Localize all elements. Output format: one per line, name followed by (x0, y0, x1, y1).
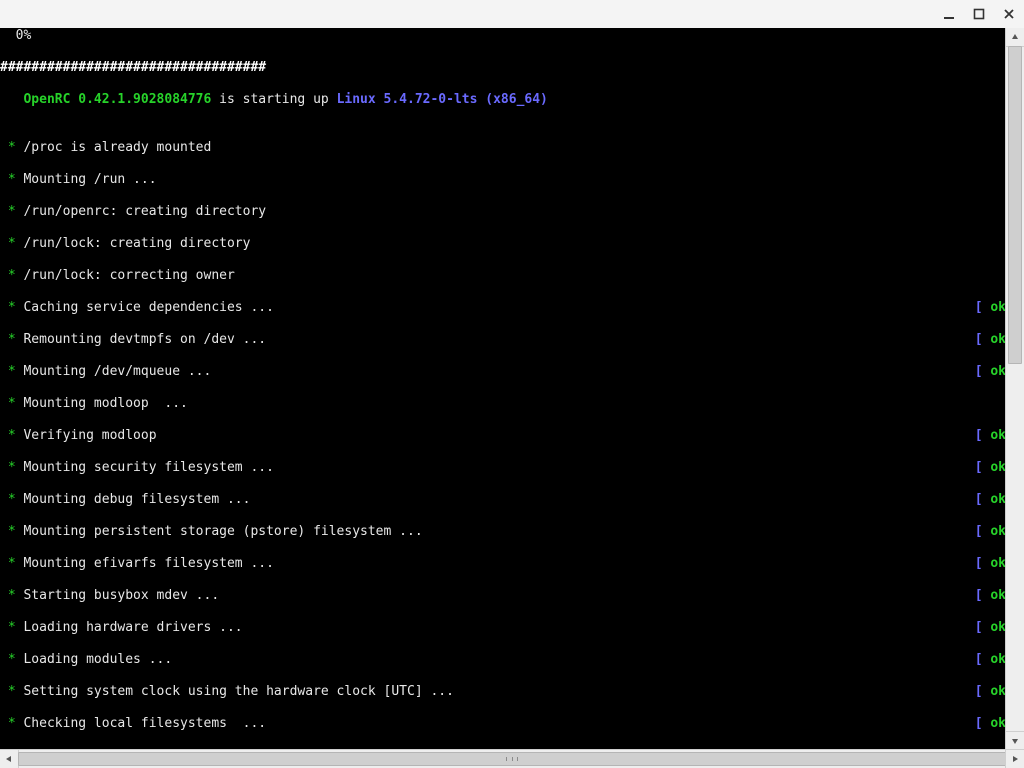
service-message: Remounting devtmpfs on /dev ... (16, 332, 266, 347)
bullet-icon: * (8, 524, 16, 539)
terminal-line: * Mounting persistent storage (pstore) f… (0, 524, 1006, 540)
service-message: Mounting efivarfs filesystem ... (16, 556, 274, 571)
openrc-version: OpenRC 0.42.1.9028084776 (23, 92, 211, 107)
terminal-line: * Verifying modloop [ ok (0, 428, 1006, 444)
titlebar (0, 0, 1024, 29)
bullet-icon: * (8, 652, 16, 667)
status-ok: [ ok (975, 364, 1006, 380)
service-message: Setting system clock using the hardware … (16, 684, 454, 699)
service-message: Loading modules ... (16, 652, 173, 667)
status-ok: [ ok (975, 684, 1006, 700)
terminal-line: * Mounting /dev/mqueue ... [ ok (0, 364, 1006, 380)
terminal-line: * /run/openrc: creating directory (0, 204, 1006, 220)
service-message: Mounting modloop ... (16, 396, 188, 411)
hash-divider: ################################## (0, 60, 266, 75)
terminal-line: * Mounting debug filesystem ... [ ok (0, 492, 1006, 508)
content-area: 0% ################################## Op… (0, 28, 1024, 750)
service-message: Mounting security filesystem ... (16, 460, 274, 475)
service-message: /proc is already mounted (16, 140, 212, 155)
service-message: Starting busybox mdev ... (16, 588, 220, 603)
vscroll-thumb[interactable] (1008, 46, 1022, 364)
bullet-icon: * (8, 556, 16, 571)
service-message: Checking local filesystems ... (16, 716, 266, 731)
bullet-icon: * (8, 428, 16, 443)
scroll-right-button[interactable] (1005, 750, 1024, 768)
horizontal-scrollbar[interactable] (0, 749, 1024, 768)
status-ok: [ ok (975, 620, 1006, 636)
app-window: 0% ################################## Op… (0, 0, 1024, 768)
bullet-icon: * (8, 364, 16, 379)
terminal-line: * Mounting efivarfs filesystem ... [ ok (0, 556, 1006, 572)
bullet-icon: * (8, 332, 16, 347)
minimize-button[interactable] (940, 5, 958, 23)
terminal-line: 0% (0, 28, 1006, 44)
bullet-icon: * (8, 460, 16, 475)
terminal-line: * /proc is already mounted (0, 140, 1006, 156)
scroll-left-button[interactable] (0, 750, 19, 768)
kernel-name: Linux 5.4.72-0-lts (x86_64) (337, 92, 548, 107)
terminal-line: * Loading hardware drivers ... [ ok (0, 620, 1006, 636)
scroll-up-button[interactable] (1006, 28, 1024, 47)
terminal-line: * Loading modules ... [ ok (0, 652, 1006, 668)
terminal-line: * Starting busybox mdev ... [ ok (0, 588, 1006, 604)
bullet-icon: * (8, 300, 16, 315)
maximize-button[interactable] (970, 5, 988, 23)
status-ok: [ ok (975, 428, 1006, 444)
terminal-line: * Mounting /run ... (0, 172, 1006, 188)
terminal-line: OpenRC 0.42.1.9028084776 is starting up … (0, 92, 1006, 108)
service-message: Mounting persistent storage (pstore) fil… (16, 524, 423, 539)
terminal-line: * Caching service dependencies ... [ ok (0, 300, 1006, 316)
status-ok: [ ok (975, 524, 1006, 540)
terminal-line: * Remounting devtmpfs on /dev ... [ ok (0, 332, 1006, 348)
status-ok: [ ok (975, 492, 1006, 508)
vertical-scrollbar[interactable] (1005, 28, 1024, 750)
status-ok: [ ok (975, 652, 1006, 668)
bullet-icon: * (8, 236, 16, 251)
service-message: /run/lock: correcting owner (16, 268, 235, 283)
scroll-down-button[interactable] (1006, 731, 1024, 750)
terminal-line: * Mounting modloop ... (0, 396, 1006, 412)
status-ok: [ ok (975, 716, 1006, 732)
service-message: Loading hardware drivers ... (16, 620, 243, 635)
bullet-icon: * (8, 204, 16, 219)
bullet-icon: * (8, 492, 16, 507)
service-message: /run/openrc: creating directory (16, 204, 266, 219)
hscroll-thumb[interactable] (18, 752, 1006, 766)
terminal-line: * /run/lock: correcting owner (0, 268, 1006, 284)
service-message: Mounting /dev/mqueue ... (16, 364, 212, 379)
vscroll-track[interactable] (1006, 46, 1024, 732)
bullet-icon: * (8, 620, 16, 635)
bullet-icon: * (8, 396, 16, 411)
bullet-icon: * (8, 140, 16, 155)
hscroll-track[interactable] (18, 750, 1006, 768)
service-message: Caching service dependencies ... (16, 300, 274, 315)
close-button[interactable] (1000, 5, 1018, 23)
bullet-icon: * (8, 268, 16, 283)
terminal-line: * Checking local filesystems ... [ ok (0, 716, 1006, 732)
service-message: /run/lock: creating directory (16, 236, 251, 251)
status-ok: [ ok (975, 300, 1006, 316)
bullet-icon: * (8, 172, 16, 187)
status-ok: [ ok (975, 556, 1006, 572)
status-ok: [ ok (975, 460, 1006, 476)
status-ok: [ ok (975, 332, 1006, 348)
service-message: Mounting debug filesystem ... (16, 492, 251, 507)
bullet-icon: * (8, 684, 16, 699)
service-message: Mounting /run ... (16, 172, 157, 187)
bullet-icon: * (8, 716, 16, 731)
terminal-line: * /run/lock: creating directory (0, 236, 1006, 252)
terminal-line: * Setting system clock using the hardwar… (0, 684, 1006, 700)
terminal-line: ################################## (0, 60, 1006, 76)
terminal-line: * Mounting security filesystem ... [ ok (0, 460, 1006, 476)
terminal[interactable]: 0% ################################## Op… (0, 28, 1006, 750)
status-ok: [ ok (975, 588, 1006, 604)
service-message: Verifying modloop (16, 428, 157, 443)
bullet-icon: * (8, 588, 16, 603)
progress-percent: 0% (0, 28, 31, 43)
